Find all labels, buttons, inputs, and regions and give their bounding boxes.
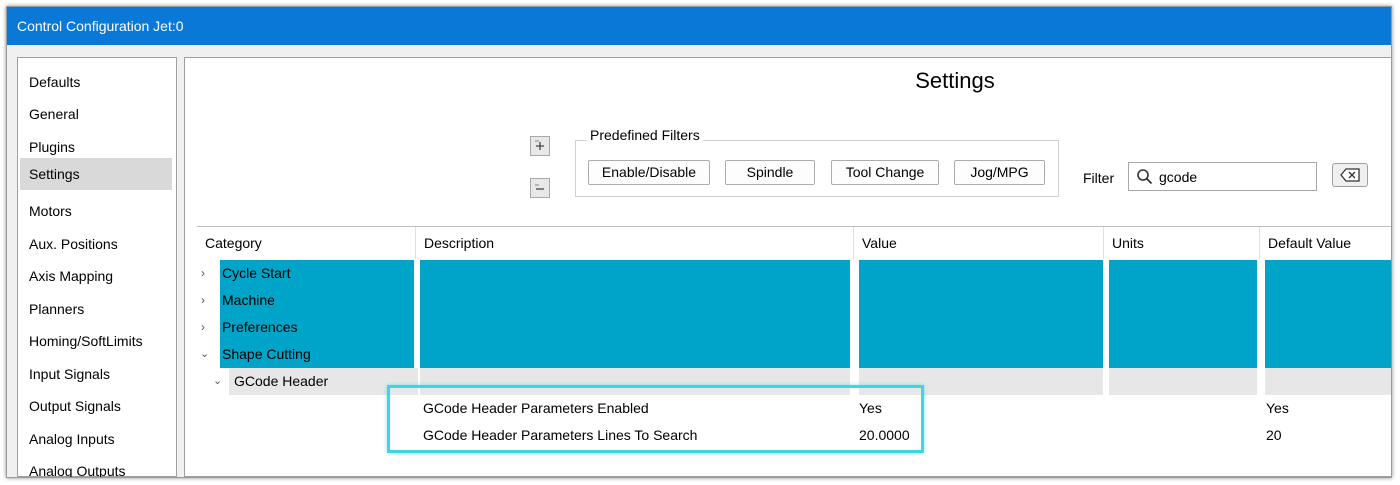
- setting-default-value: Yes: [1266, 400, 1289, 416]
- settings-grid: Category Description Value Units Default…: [197, 226, 1391, 477]
- chevron-right-icon: ›: [201, 293, 205, 307]
- column-header-category[interactable]: Category: [197, 227, 416, 259]
- filter-spindle-button[interactable]: Spindle: [725, 160, 815, 185]
- category-row-cycle-start[interactable]: › Cycle Start: [197, 260, 1391, 287]
- category-row-machine[interactable]: › Machine: [197, 287, 1391, 314]
- chevron-down-icon: ⌄: [200, 348, 210, 360]
- search-icon: [1137, 169, 1153, 185]
- setting-description: GCode Header Parameters Lines To Search: [423, 427, 698, 443]
- category-label: Machine: [222, 292, 275, 308]
- setting-value[interactable]: 20.0000: [859, 422, 910, 449]
- clear-filter-button[interactable]: [1332, 163, 1368, 187]
- filter-search-box[interactable]: [1128, 162, 1317, 191]
- column-header-units[interactable]: Units: [1104, 227, 1260, 259]
- collapse-all-icon: [535, 184, 544, 190]
- expand-all-button[interactable]: [530, 136, 550, 156]
- subcategory-label: GCode Header: [234, 373, 329, 389]
- sidebar-item-planners[interactable]: Planners: [20, 294, 172, 324]
- filter-enable-disable-button[interactable]: Enable/Disable: [588, 160, 710, 185]
- collapse-all-button[interactable]: [530, 178, 550, 198]
- sidebar-item-general[interactable]: General: [20, 99, 172, 129]
- column-header-default-value[interactable]: Default Value: [1260, 227, 1391, 259]
- setting-default-value: 20: [1266, 427, 1282, 443]
- category-row-preferences[interactable]: › Preferences: [197, 314, 1391, 341]
- page-title: Settings: [915, 68, 995, 93]
- filter-input[interactable]: [1159, 167, 1309, 186]
- chevron-down-icon: ⌄: [213, 375, 223, 387]
- setting-description: GCode Header Parameters Enabled: [423, 400, 649, 416]
- clear-input-icon: [1340, 168, 1360, 182]
- predefined-filters-label: Predefined Filters: [587, 127, 703, 143]
- subcategory-row-gcode-header[interactable]: ⌄ GCode Header: [197, 368, 1391, 395]
- sidebar-item-output-signals[interactable]: Output Signals: [20, 391, 172, 421]
- sidebar-item-analog-inputs[interactable]: Analog Inputs: [20, 424, 172, 454]
- category-row-shape-cutting[interactable]: ⌄ Shape Cutting: [197, 341, 1391, 368]
- sidebar: Defaults General Plugins Settings Motors…: [17, 57, 177, 477]
- sidebar-item-defaults[interactable]: Defaults: [20, 67, 172, 97]
- sidebar-item-motors[interactable]: Motors: [20, 196, 172, 226]
- chevron-right-icon: ›: [201, 320, 205, 334]
- column-header-description[interactable]: Description: [416, 227, 854, 259]
- chevron-right-icon: ›: [201, 266, 205, 280]
- table-row[interactable]: GCode Header Parameters Enabled Yes Yes: [197, 395, 1391, 422]
- window-title: Control Configuration Jet:0: [7, 7, 1391, 45]
- category-label: Shape Cutting: [222, 346, 311, 362]
- sidebar-item-aux-positions[interactable]: Aux. Positions: [20, 229, 172, 259]
- settings-panel: Settings Predefined Filters Enable/Disab…: [184, 57, 1391, 477]
- category-label: Preferences: [222, 319, 298, 335]
- filter-jog-mpg-button[interactable]: Jog/MPG: [954, 160, 1045, 185]
- sidebar-item-input-signals[interactable]: Input Signals: [20, 359, 172, 389]
- sidebar-item-homing-softlimits[interactable]: Homing/SoftLimits: [20, 326, 172, 356]
- category-label: Cycle Start: [222, 265, 291, 281]
- control-configuration-window: Control Configuration Jet:0 Defaults Gen…: [6, 6, 1392, 478]
- sidebar-item-analog-outputs[interactable]: Analog Outputs: [20, 456, 172, 477]
- setting-value[interactable]: Yes: [859, 395, 882, 422]
- column-header-value[interactable]: Value: [854, 227, 1104, 259]
- expand-all-icon: [535, 140, 544, 150]
- filter-tool-change-button[interactable]: Tool Change: [831, 160, 939, 185]
- table-row[interactable]: GCode Header Parameters Lines To Search …: [197, 422, 1391, 449]
- sidebar-item-settings[interactable]: Settings: [20, 158, 172, 190]
- sidebar-item-axis-mapping[interactable]: Axis Mapping: [20, 261, 172, 291]
- filter-label: Filter: [1083, 170, 1115, 186]
